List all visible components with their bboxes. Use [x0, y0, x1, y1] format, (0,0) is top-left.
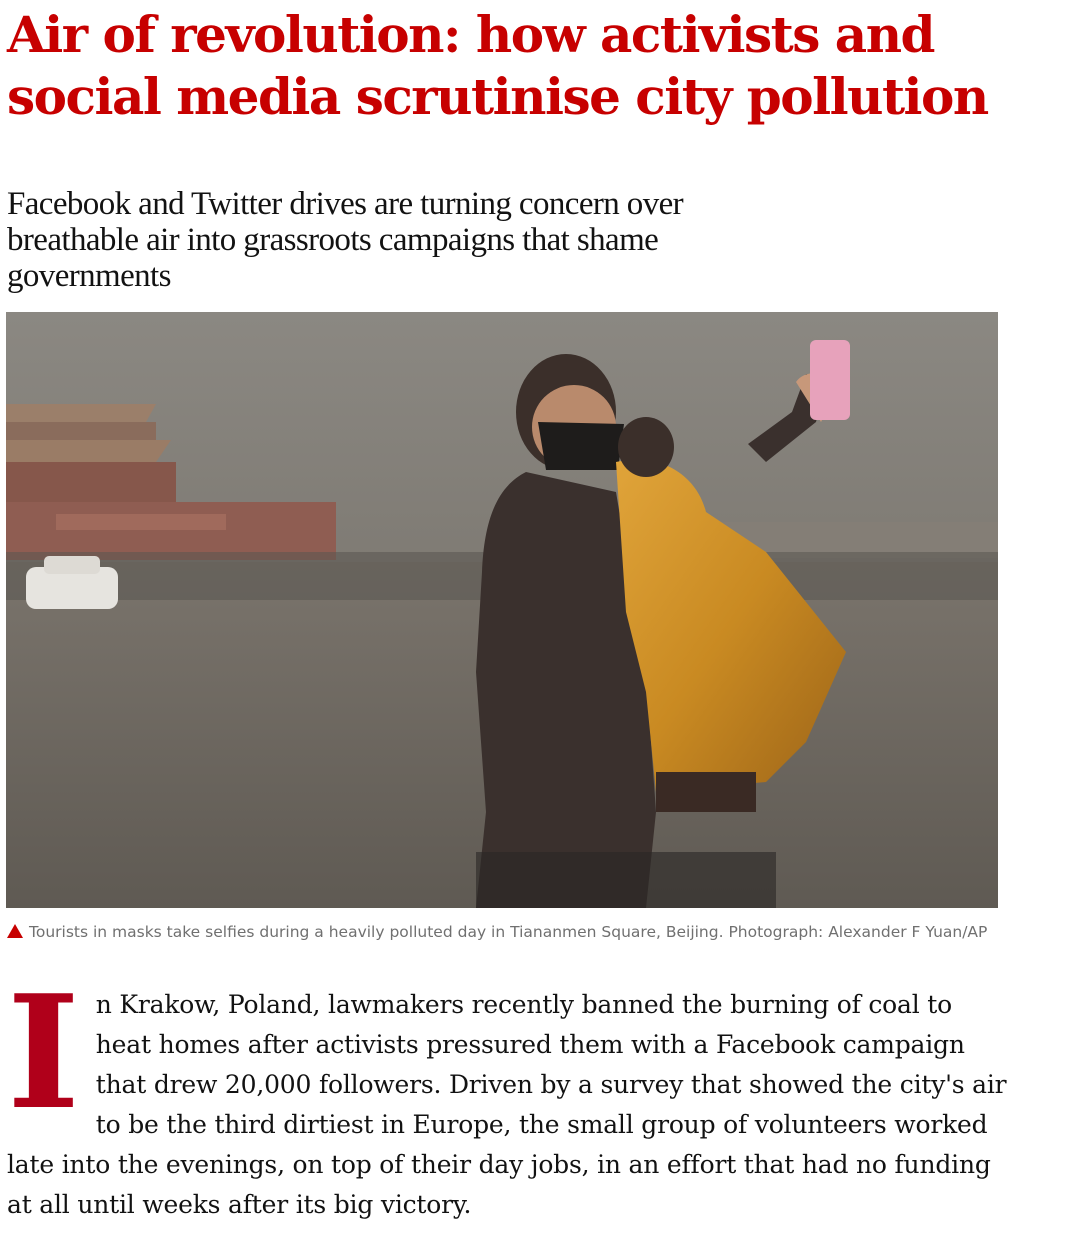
- article-body: In Krakow, Poland, lawmakers recently ba…: [7, 961, 1007, 1225]
- body-paragraph: n Krakow, Poland, lawmakers recently ban…: [7, 990, 1007, 1219]
- article: Air of revolution: how activists and soc…: [0, 0, 1070, 1234]
- headline: Air of revolution: how activists and soc…: [7, 5, 989, 126]
- standfirst: Facebook and Twitter drives are turning …: [7, 186, 684, 294]
- photo-caption: Tourists in masks take selfies during a …: [7, 920, 1002, 945]
- caption-triangle-icon: [7, 924, 23, 938]
- article-photo: [6, 312, 998, 908]
- caption-text: Tourists in masks take selfies during a …: [29, 923, 988, 941]
- dropcap: I: [7, 961, 80, 1144]
